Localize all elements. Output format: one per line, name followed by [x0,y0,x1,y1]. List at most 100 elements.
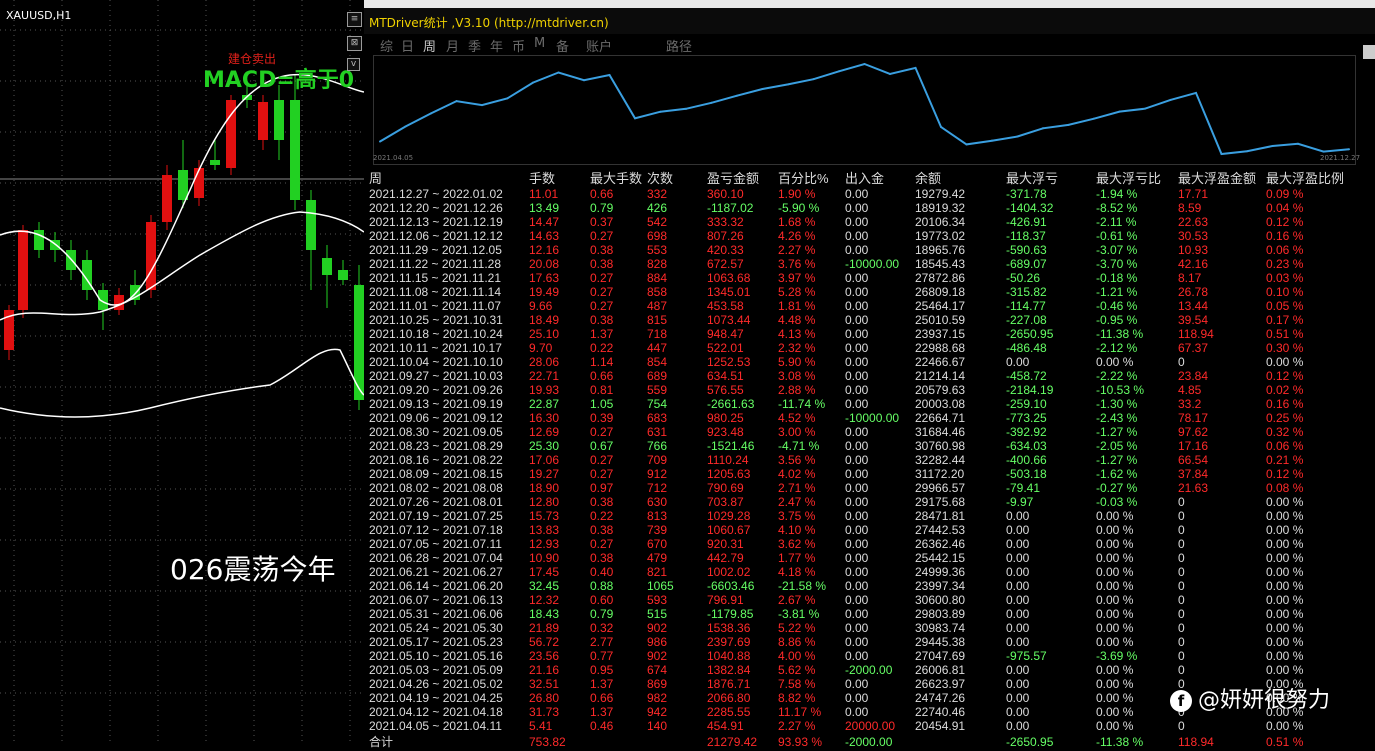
table-row[interactable]: 2021.07.05 ~ 2021.07.11 12.93 0.27 670 920.3… [369,537,1344,551]
table-cell: 2021.10.25 ~ 2021.10.31 [369,313,503,327]
table-row[interactable]: 2021.09.20 ~ 2021.09.26 19.93 0.81 559 576.5… [369,383,1344,397]
column-header-11[interactable]: 最大浮盈比例 [1266,168,1344,187]
tab-10[interactable]: 路径 [666,36,692,55]
table-row[interactable]: 2021.09.13 ~ 2021.09.19 22.87 1.05 754 -2661… [369,397,1344,411]
table-cell: 522.01 [707,341,744,355]
table-row[interactable]: 2021.10.11 ~ 2021.10.17 9.70 0.22 447 522.01… [369,341,1344,355]
table-cell: 31684.46 [915,425,966,439]
table-cell: 0.00 [845,635,869,649]
table-row[interactable]: 2021.08.09 ~ 2021.08.15 19.27 0.27 912 1205.… [369,467,1344,481]
table-cell: 22.63 [1178,215,1209,229]
table-cell: 2021.08.30 ~ 2021.09.05 [369,425,503,439]
watermark-text: @妍妍很努力 [1198,688,1331,713]
table-row[interactable]: 2021.12.06 ~ 2021.12.12 14.63 0.27 698 807.2… [369,229,1344,243]
tab-0[interactable]: 综 [380,36,393,55]
table-cell: 5.90 % [778,355,816,369]
tab-7[interactable]: M [534,36,545,51]
column-header-7[interactable]: 余额 [915,168,1006,187]
column-header-8[interactable]: 最大浮亏 [1006,168,1096,187]
tab-5[interactable]: 年 [490,36,503,55]
table-cell: 20106.34 [915,215,966,229]
equity-point [863,63,866,65]
table-row[interactable]: 2021.12.27 ~ 2022.01.02 11.01 0.66 332 360.1… [369,187,1344,201]
table-cell: 1205.63 [707,467,751,481]
tab-1[interactable]: 日 [401,36,414,55]
table-cell: 0 [1178,663,1185,677]
column-header-0[interactable]: 周 [369,168,529,187]
table-row[interactable]: 2021.05.03 ~ 2021.05.09 21.16 0.95 674 1382.… [369,663,1344,677]
table-cell: 66.54 [1178,453,1209,467]
table-row[interactable]: 2021.04.05 ~ 2021.04.11 5.41 0.46 140 454.91… [369,719,1344,733]
table-cell: 0.00 % [1266,607,1304,621]
table-row[interactable]: 2021.09.27 ~ 2021.10.03 22.71 0.66 689 634.5… [369,369,1344,383]
column-header-3[interactable]: 次数 [647,168,707,187]
table-row[interactable]: 2021.11.01 ~ 2021.11.07 9.66 0.27 487 453.58… [369,299,1344,313]
table-row[interactable]: 2021.07.12 ~ 2021.07.18 13.83 0.38 739 1060.… [369,523,1344,537]
table-row[interactable]: 2021.08.23 ~ 2021.08.29 25.30 0.67 766 -1521… [369,439,1344,453]
table-cell: 23.56 [529,649,560,663]
table-cell: 0.00 % [1096,355,1134,369]
table-row[interactable]: 2021.11.15 ~ 2021.11.21 17.63 0.27 884 1063.… [369,271,1344,285]
tab-9[interactable]: 账户 [586,36,612,55]
table-cell: 670 [647,537,668,551]
table-cell: 0.25 % [1266,411,1304,425]
column-header-6[interactable]: 出入金 [845,168,915,187]
table-row[interactable]: 2021.10.25 ~ 2021.10.31 18.49 0.38 815 1073.… [369,313,1344,327]
table-row[interactable]: 2021.10.18 ~ 2021.10.24 25.10 1.37 718 948.4… [369,327,1344,341]
table-cell: 0.00 % [1096,523,1134,537]
table-row[interactable]: 2021.06.21 ~ 2021.06.27 17.45 0.40 821 1002.… [369,565,1344,579]
table-row[interactable]: 2021.05.31 ~ 2021.06.06 18.43 0.79 515 -1179… [369,607,1344,621]
candle-body [146,222,156,290]
table-row[interactable]: 2021.09.06 ~ 2021.09.12 16.30 0.39 683 980.2… [369,411,1344,425]
column-header-1[interactable]: 手数 [529,168,590,187]
equity-point [481,104,483,107]
table-row[interactable]: 2021.10.04 ~ 2021.10.10 28.06 1.14 854 1252.… [369,355,1344,369]
table-row[interactable]: 2021.07.26 ~ 2021.08.01 12.80 0.38 630 703.8… [369,495,1344,509]
column-header-4[interactable]: 盈亏金额 [707,168,778,187]
table-cell: 0.00 [845,355,869,369]
table-row[interactable]: 2021.06.28 ~ 2021.07.04 10.90 0.38 479 442.7… [369,551,1344,565]
table-row[interactable]: 2021.07.19 ~ 2021.07.25 15.73 0.22 813 1029.… [369,509,1344,523]
tab-8[interactable]: 备 [556,36,569,55]
chart-maximize-icon[interactable]: ≡ [347,12,362,27]
table-row[interactable]: 2021.05.17 ~ 2021.05.23 56.72 2.77 986 2397.… [369,635,1344,649]
table-row[interactable]: 2021.11.22 ~ 2021.11.28 20.08 0.38 828 672.5… [369,257,1344,271]
table-cell: 2021.05.10 ~ 2021.05.16 [369,649,503,663]
table-header-row: 周手数 最大手数 次数 盈亏金额 百分比% 出入金 余额 最大浮亏 最大浮亏比 最大浮盈金额 最大浮… [369,168,1344,187]
table-cell: 0.00 [1006,537,1030,551]
tab-4[interactable]: 季 [468,36,481,55]
table-cell: -0.61 % [1096,229,1138,243]
tab-2[interactable]: 周 [423,36,436,55]
table-row[interactable]: 2021.08.16 ~ 2021.08.22 17.06 0.27 709 1110.… [369,453,1344,467]
table-cell: 982 [647,691,668,705]
table-cell: -315.82 [1006,285,1047,299]
table-cell: 23.84 [1178,369,1209,383]
panel-close-icon[interactable] [1363,45,1375,59]
panel-title-bar[interactable]: MTDriver统计 ,V3.10 (http://mtdriver.cn) [364,8,1375,34]
table-row[interactable]: 2021.06.14 ~ 2021.06.20 32.45 0.88 1065 -660… [369,579,1344,593]
table-row[interactable]: 2021.05.24 ~ 2021.05.30 21.89 0.32 902 1538.… [369,621,1344,635]
column-header-9[interactable]: 最大浮亏比 [1096,168,1178,187]
table-cell: 32.45 [529,579,560,593]
chart-collapse-icon[interactable]: v [347,58,360,71]
table-cell: 0.23 % [1266,257,1304,271]
equity-point [1297,142,1299,145]
table-row[interactable]: 2021.05.10 ~ 2021.05.16 23.56 0.77 902 1040.… [369,649,1344,663]
price-chart[interactable]: XAUUSD,H1 建仓卖出 MACD=高于0 026震荡今年 ≡ ⊠ v [0,0,364,744]
column-header-2[interactable]: 最大手数 [590,168,647,187]
table-row[interactable]: 2021.06.07 ~ 2021.06.13 12.32 0.60 593 796.9… [369,593,1344,607]
table-cell: 1063.68 [707,271,751,285]
tab-3[interactable]: 月 [446,36,459,55]
total-cell: 753.82 [529,735,566,749]
table-row[interactable]: 2021.08.30 ~ 2021.09.05 12.69 0.27 631 923.4… [369,425,1344,439]
table-cell: 0.39 [590,411,614,425]
table-row[interactable]: 2021.11.08 ~ 2021.11.14 19.49 0.27 858 1345.… [369,285,1344,299]
column-header-10[interactable]: 最大浮盈金额 [1178,168,1266,187]
table-row[interactable]: 2021.11.29 ~ 2021.12.05 12.16 0.38 553 420.3… [369,243,1344,257]
table-row[interactable]: 2021.12.13 ~ 2021.12.19 14.47 0.37 542 333.3… [369,215,1344,229]
tab-6[interactable]: 币 [512,36,525,55]
table-row[interactable]: 2021.12.20 ~ 2021.12.26 13.49 0.79 426 -1187… [369,201,1344,215]
table-row[interactable]: 2021.08.02 ~ 2021.08.08 18.90 0.97 712 790.6… [369,481,1344,495]
column-header-5[interactable]: 百分比% [778,168,845,187]
chart-settings-icon[interactable]: ⊠ [347,36,362,51]
